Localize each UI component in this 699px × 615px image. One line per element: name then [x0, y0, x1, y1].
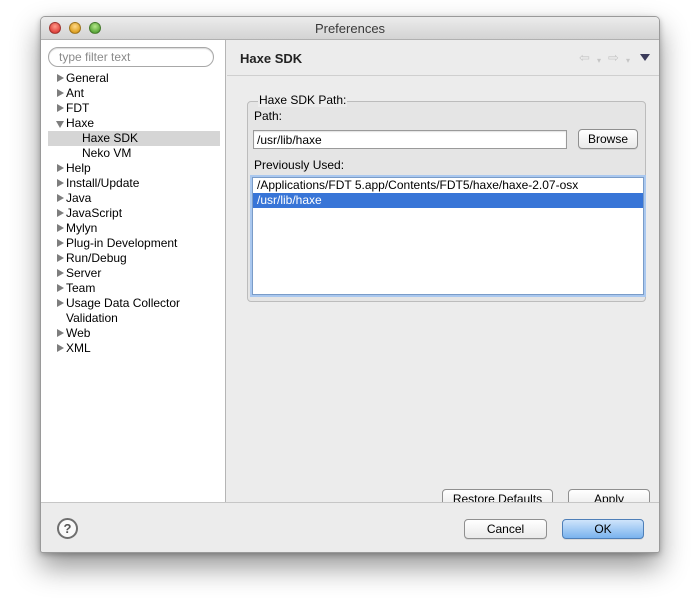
haxe-sdk-path-group: Haxe SDK Path: Path: Browse Previously U… [247, 93, 646, 302]
tree-item-neko-vm[interactable]: Neko VM [41, 146, 226, 161]
tree-item-label: Team [66, 281, 96, 295]
filter-input[interactable] [48, 47, 214, 67]
preferences-tree-pane: GeneralAntFDTHaxeHaxe SDKNeko VMHelpInst… [41, 40, 226, 502]
tree-item-label: Java [66, 191, 92, 205]
expand-arrow-right-icon[interactable] [57, 239, 64, 247]
expand-arrow-right-icon[interactable] [57, 284, 64, 292]
preferences-tree: General Ant FDT Haxe Haxe SDK Neko VM Help Inst… [41, 71, 226, 356]
expand-arrow-right-icon[interactable] [57, 254, 64, 262]
tree-item-javascript[interactable]: JavaScript [41, 206, 226, 221]
expand-arrow-right-icon[interactable] [57, 344, 64, 352]
forward-arrow-icon[interactable]: ⇨ [608, 51, 619, 65]
tree-item-fdt[interactable]: FDT [41, 101, 226, 116]
tree-item-install-update[interactable]: Install/Update [41, 176, 226, 191]
tree-item-ant[interactable]: Ant [41, 86, 226, 101]
tree-item-xml[interactable]: XML [41, 341, 226, 356]
dialog-content: GeneralAntFDTHaxeHaxe SDKNeko VMHelpInst… [41, 40, 659, 509]
tree-item-label: FDT [66, 101, 90, 115]
previous-path-item[interactable]: /usr/lib/haxe [253, 193, 643, 208]
tree-item-label: Server [66, 266, 102, 280]
previously-used-label: Previously Used: [254, 158, 345, 172]
tree-item-validation[interactable]: Validation [41, 311, 226, 326]
tree-item-label: Help [66, 161, 91, 175]
tree-item-mylyn[interactable]: Mylyn [41, 221, 226, 236]
tree-item-usage-data-collector[interactable]: Usage Data Collector [41, 296, 226, 311]
expand-arrow-right-icon[interactable] [57, 194, 64, 202]
path-field[interactable] [253, 130, 567, 149]
tree-item-java[interactable]: Java [41, 191, 226, 206]
expand-arrow-right-icon[interactable] [57, 299, 64, 307]
tree-item-label: Haxe SDK [82, 131, 139, 145]
expand-arrow-right-icon[interactable] [57, 179, 64, 187]
expand-arrow-right-icon[interactable] [57, 224, 64, 232]
preference-page: Haxe SDK ⇦ ▾ ⇨ ▾ Haxe SDK Path: Path: Br… [227, 40, 659, 509]
tree-item-label: Plug-in Development [66, 236, 178, 250]
tree-item-label: Install/Update [66, 176, 140, 190]
expand-arrow-right-icon[interactable] [57, 209, 64, 217]
tree-item-run-debug[interactable]: Run/Debug [41, 251, 226, 266]
tree-item-label: JavaScript [66, 206, 123, 220]
tree-item-label: Run/Debug [66, 251, 127, 265]
expand-arrow-right-icon[interactable] [57, 104, 64, 112]
back-arrow-icon[interactable]: ⇦ [579, 51, 590, 65]
view-menu-icon[interactable] [640, 54, 650, 61]
window-title: Preferences [314, 21, 386, 36]
back-dropdown-icon[interactable]: ▾ [597, 54, 601, 68]
tree-item-label: Usage Data Collector [66, 296, 181, 310]
tree-item-server[interactable]: Server [41, 266, 226, 281]
tree-item-team[interactable]: Team [41, 281, 226, 296]
tree-item-general[interactable]: General [41, 71, 226, 86]
previously-used-list[interactable]: /Applications/FDT 5.app/Contents/FDT5/ha… [252, 177, 644, 295]
page-title: Haxe SDK [240, 51, 303, 66]
group-title: Haxe SDK Path: [258, 93, 348, 107]
expand-arrow-right-icon[interactable] [57, 74, 64, 82]
tree-item-haxe[interactable]: Haxe [41, 116, 226, 131]
path-label: Path: [254, 109, 283, 123]
tree-item-label: General [66, 71, 109, 85]
page-header: Haxe SDK ⇦ ▾ ⇨ ▾ [227, 40, 659, 76]
title-bar[interactable]: Preferences [41, 17, 659, 40]
forward-dropdown-icon[interactable]: ▾ [626, 54, 630, 68]
tree-item-plug-in-development[interactable]: Plug-in Development [41, 236, 226, 251]
expand-arrow-right-icon[interactable] [57, 164, 64, 172]
cancel-button[interactable]: Cancel [464, 519, 547, 539]
tree-item-web[interactable]: Web [41, 326, 226, 341]
tree-item-label: XML [66, 341, 91, 355]
tree-item-label: Validation [66, 311, 118, 325]
expand-arrow-right-icon[interactable] [57, 269, 64, 277]
expand-arrow-right-icon[interactable] [57, 329, 64, 337]
previous-path-item[interactable]: /Applications/FDT 5.app/Contents/FDT5/ha… [253, 178, 643, 193]
tree-item-label: Neko VM [82, 146, 132, 160]
expand-arrow-down-icon[interactable] [56, 121, 64, 128]
ok-button[interactable]: OK [562, 519, 644, 539]
tree-item-label: Ant [66, 86, 85, 100]
preferences-window: Preferences GeneralAntFDTHaxeHaxe SDKNek… [40, 16, 660, 553]
dialog-footer: ? Cancel OK [41, 502, 659, 552]
help-icon[interactable]: ? [57, 518, 78, 539]
tree-item-label: Haxe [66, 116, 95, 130]
page-navigation: ⇦ ▾ ⇨ ▾ [579, 51, 651, 65]
tree-item-label: Mylyn [66, 221, 98, 235]
expand-arrow-right-icon[interactable] [57, 89, 64, 97]
browse-button[interactable]: Browse [578, 129, 638, 149]
tree-item-haxe-sdk[interactable]: Haxe SDK [48, 131, 220, 146]
tree-item-help[interactable]: Help [41, 161, 226, 176]
tree-item-label: Web [66, 326, 91, 340]
